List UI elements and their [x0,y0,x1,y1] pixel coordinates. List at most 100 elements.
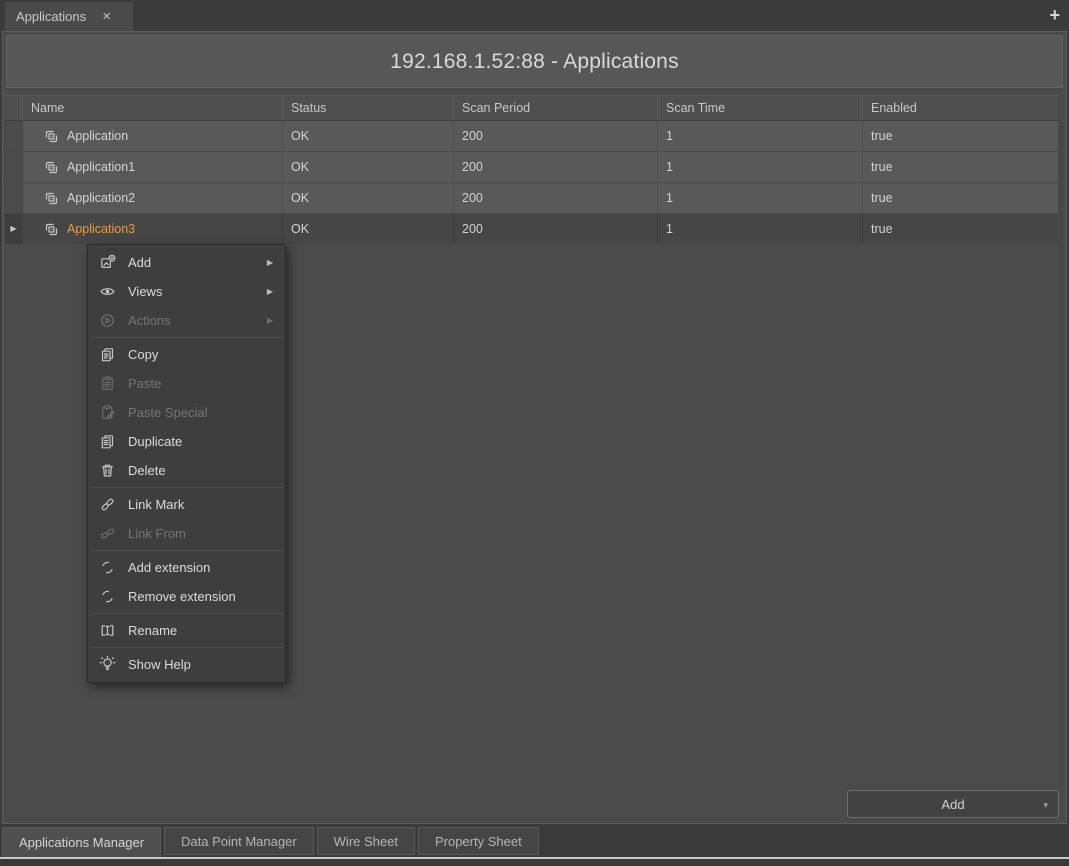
menu-item-views[interactable]: Views ▶ [88,277,285,306]
link-from-icon [99,525,116,542]
menu-separator [91,550,282,551]
submenu-arrow-icon: ▶ [267,316,273,325]
row-gutter: ▶ [5,183,23,213]
add-button[interactable]: Add ▾ [847,790,1059,818]
header-gutter [5,96,23,120]
application-icon [43,128,60,145]
application-name-label: Application2 [67,183,135,213]
selected-row-marker-icon: ▶ [10,214,16,244]
window-bottom-edge [0,859,1069,866]
view-tab-applications-manager[interactable]: Applications Manager [2,827,161,858]
column-header-scan-time[interactable]: Scan Time [658,96,863,120]
view-tab-property-sheet[interactable]: Property Sheet [418,827,539,855]
menu-item-duplicate[interactable]: Duplicate [88,427,285,456]
cell-status: OK [283,121,454,151]
page-title: 192.168.1.52:88 - Applications [390,50,679,74]
chevron-down-icon[interactable]: ▾ [1043,800,1048,811]
menu-item-label: Rename [128,623,177,638]
menu-item-delete[interactable]: Delete [88,456,285,485]
menu-item-label: Actions [128,313,171,328]
menu-item-label: Paste [128,376,161,391]
cell-name: Application1 [23,152,283,182]
remove-extension-icon [99,588,116,605]
menu-item-label: Views [128,284,162,299]
row-gutter: ▶ [5,121,23,151]
table-row-application2[interactable]: ▶ Application2 OK2001true [5,183,1058,214]
applications-table: NameStatusScan PeriodScan TimeEnabled ▶A… [5,95,1058,245]
footer-toolbar: Add ▾ [3,785,1066,823]
menu-item-label: Paste Special [128,405,208,420]
menu-separator [91,613,282,614]
menu-item-label: Add extension [128,560,210,575]
cell-scan-time: 1 [658,183,863,213]
menu-item-label: Show Help [128,657,191,672]
tab-applications[interactable]: Applications ✕ [5,2,133,31]
menu-item-label: Delete [128,463,166,478]
table-row-application3[interactable]: ▶ Application3 OK2001true [5,214,1058,245]
menu-item-label: Link From [128,526,186,541]
cell-status: OK [283,183,454,213]
show-help-icon [99,656,116,673]
menu-item-remove-extension[interactable]: Remove extension [88,582,285,611]
application-icon [43,159,60,176]
menu-separator [91,647,282,648]
cell-name: Application2 [23,183,283,213]
application-icon [43,190,60,207]
rename-icon [99,622,116,639]
row-gutter: ▶ [5,152,23,182]
copy-icon [99,346,116,363]
menu-item-label: Add [128,255,151,270]
duplicate-icon [99,433,116,450]
views-icon [99,283,116,300]
column-header-scan-period[interactable]: Scan Period [454,96,658,120]
menu-item-paste: Paste [88,369,285,398]
add-extension-icon [99,559,116,576]
menu-item-paste-special: Paste Special [88,398,285,427]
menu-item-add-extension[interactable]: Add extension [88,553,285,582]
paste-icon [99,375,116,392]
cell-scan-time: 1 [658,152,863,182]
menu-item-show-help[interactable]: Show Help [88,650,285,679]
cell-scan-period: 200 [454,214,658,244]
table-row-application[interactable]: ▶ApplicationOK2001true [5,121,1058,152]
view-tab-wire-sheet[interactable]: Wire Sheet [317,827,415,855]
cell-enabled: true [863,214,1058,244]
row-gutter: ▶ [5,214,23,244]
column-header-status[interactable]: Status [283,96,454,120]
submenu-arrow-icon: ▶ [267,287,273,296]
view-tab-data-point-manager[interactable]: Data Point Manager [164,827,314,855]
menu-item-link-from: Link From [88,519,285,548]
tab-applications-label: Applications [16,9,86,24]
cell-name: Application [23,121,283,151]
view-tab-bar: Applications ManagerData Point ManagerWi… [0,824,1069,859]
cell-status: OK [283,214,454,244]
cell-scan-period: 200 [454,152,658,182]
cell-enabled: true [863,183,1058,213]
vertical-scrollbar[interactable] [1058,122,1063,785]
document-tab-bar: Applications ✕ + [0,0,1069,31]
application-name-label: Application3 [67,214,135,244]
device-title-bar: 192.168.1.52:88 - Applications [6,35,1063,88]
new-tab-button[interactable]: + [1049,3,1060,27]
menu-item-copy[interactable]: Copy [88,340,285,369]
cell-enabled: true [863,121,1058,151]
add-button-label: Add [941,797,964,812]
cell-scan-time: 1 [658,214,863,244]
menu-item-label: Link Mark [128,497,184,512]
column-header-name[interactable]: Name [23,96,283,120]
cell-scan-period: 200 [454,183,658,213]
menu-item-rename[interactable]: Rename [88,616,285,645]
cell-enabled: true [863,152,1058,182]
menu-item-label: Copy [128,347,158,362]
menu-item-add[interactable]: Add ▶ [88,248,285,277]
column-header-enabled[interactable]: Enabled [863,96,1058,120]
table-row-application1[interactable]: ▶Application1OK2001true [5,152,1058,183]
add-icon [99,254,116,271]
menu-item-link-mark[interactable]: Link Mark [88,490,285,519]
submenu-arrow-icon: ▶ [267,258,273,267]
context-menu: Add ▶ Views ▶ Actions ▶ Copy Paste Paste Special… [87,244,286,683]
application-name-label: Application [67,121,128,151]
close-icon[interactable]: ✕ [102,10,111,23]
menu-item-actions: Actions ▶ [88,306,285,335]
cell-scan-period: 200 [454,121,658,151]
